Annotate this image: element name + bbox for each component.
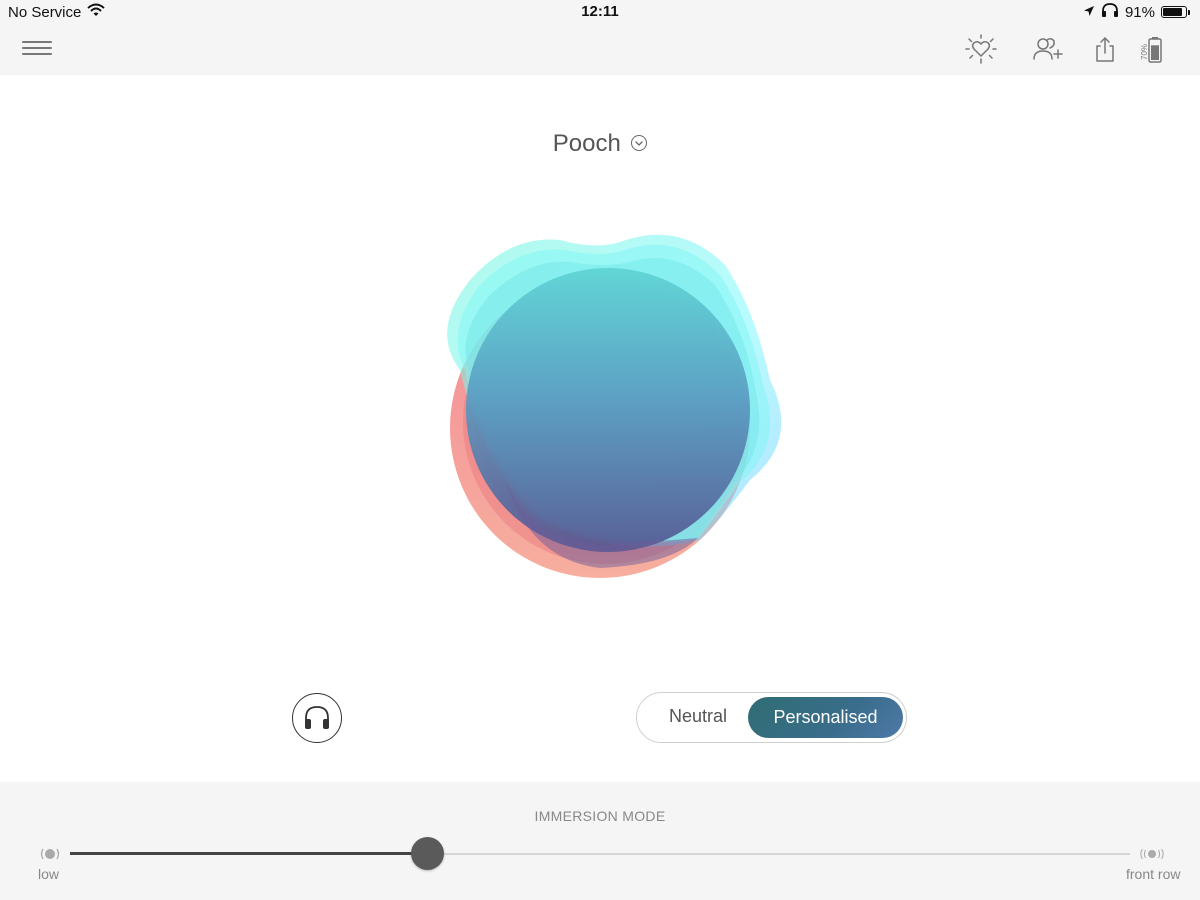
core-layer <box>466 268 750 552</box>
immersion-slider-thumb[interactable] <box>411 837 445 870</box>
front-row-immersion-icon <box>1140 848 1164 860</box>
sun-heart-button[interactable] <box>964 34 998 66</box>
profile-name: Pooch <box>552 130 621 157</box>
mode-personalised-option[interactable]: Personalised <box>748 697 903 738</box>
clock: 12:11 <box>581 3 619 20</box>
sound-visualization <box>447 234 782 578</box>
menu-icon-line <box>22 47 52 49</box>
battery-icon <box>1161 6 1190 18</box>
immersion-panel: IMMERSION MODE low front row <box>0 782 1200 900</box>
status-right: 91% <box>1083 3 1190 21</box>
status-bar: No Service 12:11 91% <box>0 0 1200 24</box>
top-toolbar: 70% <box>0 24 1200 75</box>
front-row-label: front row <box>1126 866 1181 882</box>
add-user-icon <box>1033 37 1063 60</box>
headphones-icon <box>1101 3 1119 21</box>
immersion-title: IMMERSION MODE <box>534 808 666 824</box>
headphone-battery-button[interactable]: 70% <box>1138 34 1172 66</box>
immersion-slider-fill <box>70 852 428 855</box>
low-label: low <box>38 866 60 882</box>
headphones-button[interactable] <box>292 693 342 743</box>
share-button[interactable] <box>1088 34 1122 66</box>
mode-toggle: Neutral Personalised <box>636 692 907 743</box>
chevron-down-icon[interactable] <box>631 135 648 151</box>
low-immersion-icon <box>40 848 60 860</box>
headphone-battery-icon: 70% <box>1140 37 1162 63</box>
sun-heart-icon <box>965 34 997 64</box>
location-arrow-icon <box>1083 4 1095 21</box>
menu-icon-line <box>22 41 52 43</box>
menu-button[interactable] <box>22 37 52 61</box>
battery-percent: 91% <box>1124 3 1155 21</box>
menu-icon-line <box>22 53 52 55</box>
mode-neutral-option[interactable]: Neutral <box>653 706 743 727</box>
headphones-icon <box>305 706 329 729</box>
add-user-button[interactable] <box>1031 34 1065 66</box>
profile-selector[interactable]: Pooch <box>0 130 1200 158</box>
headphone-battery-label: 70% <box>1140 44 1149 60</box>
share-icon <box>1096 37 1114 62</box>
